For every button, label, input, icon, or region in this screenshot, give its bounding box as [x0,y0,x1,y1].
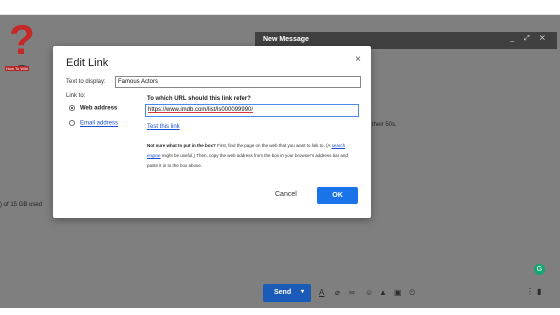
grammarly-icon[interactable]: G [534,264,545,275]
test-link[interactable]: Test this link [147,124,180,130]
email-address-label: Email address [80,120,119,127]
trash-icon[interactable]: ▮ [537,287,541,296]
web-address-label: Web address [80,105,118,112]
help-part-2: might be useful.) Then, copy the web add… [147,153,348,168]
attach-icon[interactable]: ⌀ [335,288,340,297]
compose-title: New Message [263,36,309,43]
url-input-value: https://www.imdb.com/list/ls000099990/ [148,107,254,113]
help-part-1: First, find the page on the web that you… [215,143,332,148]
url-question-label: To which URL should this link refer? [147,96,251,102]
ok-button[interactable]: OK [317,187,358,204]
image-icon[interactable]: ▣ [394,288,402,297]
send-options-icon[interactable]: ▾ [301,288,304,295]
email-address-radio[interactable] [69,120,75,126]
compose-window-controls[interactable]: _ ⤢ ✕ [510,35,549,43]
link-icon[interactable]: ∞ [349,288,355,297]
lock-clock-icon[interactable]: ⏲ [409,288,415,298]
url-input[interactable]: https://www.imdb.com/list/ls000099990/ [145,104,359,117]
text-to-display-label: Text to display: [66,79,106,85]
close-icon[interactable]: × [355,54,361,65]
web-address-option[interactable]: Web address [69,105,117,112]
web-address-radio[interactable] [69,105,75,111]
logo-question-mark: ? [9,18,35,63]
help-text: Not sure what to put in the box? First, … [147,141,357,171]
help-bold: Not sure what to put in the box? [147,143,216,148]
drive-icon[interactable]: ▲ [379,288,387,297]
browser-top-bar [0,0,560,15]
emoji-icon[interactable]: ☺ [365,288,373,297]
more-options-icon[interactable]: ⋮ [526,287,534,296]
compose-body-text: their 50s. [372,122,397,128]
storage-usage-text: ) of 15 GB used [0,202,43,208]
send-label: Send [274,289,292,296]
bottom-strip [0,308,560,315]
email-address-option[interactable]: Email address [69,120,118,127]
text-to-display-input[interactable]: Famous Actors [115,76,361,88]
edit-link-dialog: Edit Link × Text to display: Famous Acto… [53,46,371,218]
link-to-label: Link to: [66,93,86,99]
dialog-title: Edit Link [66,57,109,69]
send-button[interactable]: Send ▾ [263,284,311,302]
format-text-icon[interactable]: A [319,288,324,297]
logo-text: How To Wiki [5,66,29,71]
cancel-button[interactable]: Cancel [275,191,297,198]
